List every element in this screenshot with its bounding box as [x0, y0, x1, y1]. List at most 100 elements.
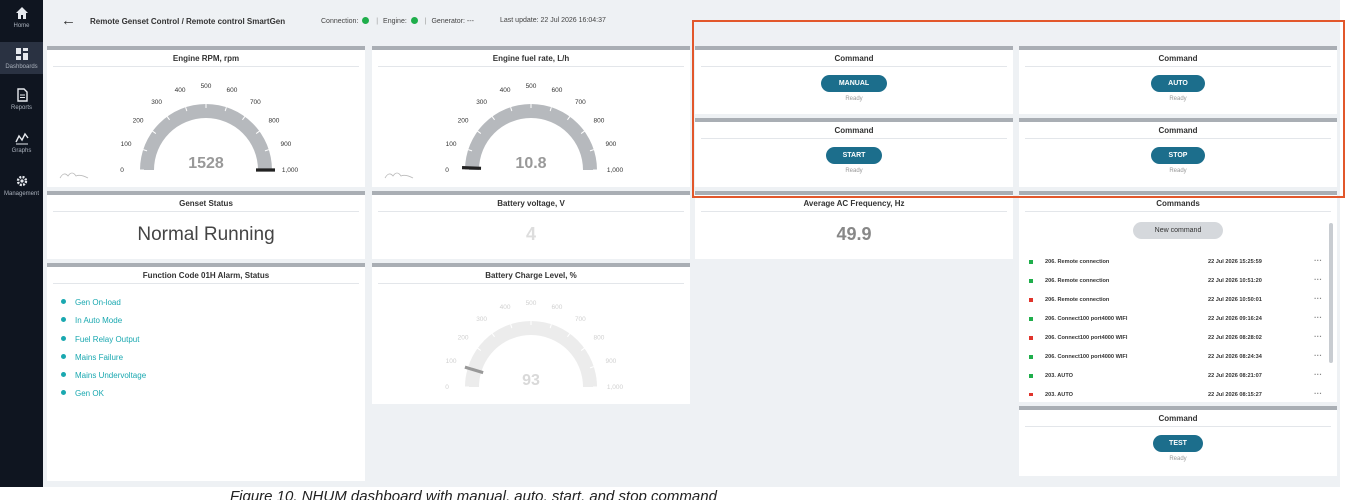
alarm-label: Mains Undervoltage: [75, 371, 147, 381]
command-status: Ready: [845, 96, 863, 102]
test-button[interactable]: TEST: [1153, 435, 1203, 452]
command-row[interactable]: 206. Connect100 port4000 WIFI 22 Jul 2026…: [1019, 348, 1329, 367]
status-square: [1029, 355, 1033, 359]
generator-value: ---: [466, 18, 474, 25]
rpm-widget: Engine RPM, rpm 0 100 200 300 400 500 600 700 80…: [47, 46, 365, 187]
gauge-tick-label: 500: [526, 300, 537, 307]
command-status: Ready: [1169, 168, 1187, 174]
gauge-tick-label: 300: [151, 99, 162, 106]
sidebar-item-graphs[interactable]: Graphs: [0, 131, 43, 159]
engine-status-dot: [410, 17, 418, 24]
command-name: 203. AUTO: [1045, 373, 1073, 379]
alarm-label: In Auto Mode: [75, 316, 123, 326]
arrow-left-icon[interactable]: ←: [61, 12, 76, 29]
sidebar-item-home[interactable]: Home: [0, 6, 43, 34]
rpm-gauge: 0 100 200 300 400 500 600 700 800 900 1,000 1528: [120, 83, 298, 174]
widget-title: Engine RPM, rpm: [53, 50, 359, 67]
alarm-list: Gen On-load In Auto Mode Fuel Relay Output…: [47, 284, 365, 404]
dashboard-area: Engine RPM, rpm 0 100 200 300 400 500 600 700 80…: [43, 44, 1340, 487]
command-row[interactable]: 206. Remote connection 22 Jul 2026 15:25:…: [1019, 253, 1329, 272]
sidebar-item-management[interactable]: Management: [0, 174, 43, 202]
graphs-icon: [14, 132, 29, 145]
alarm-item: Fuel Relay Output: [61, 331, 365, 349]
stop-button[interactable]: STOP: [1151, 147, 1205, 164]
figure-caption: Figure 10. NHUM dashboard with manual, a…: [230, 488, 717, 500]
more-options-icon[interactable]: ···: [1314, 389, 1322, 396]
gauge-tick-label: 500: [526, 83, 537, 90]
gauge-value: 10.8: [515, 155, 546, 172]
gauge-value: 1528: [188, 155, 224, 172]
gauge-tick-label: 200: [458, 335, 469, 342]
dashboards-icon: [15, 48, 28, 60]
gauge-tick-label: 100: [121, 141, 132, 148]
manual-button[interactable]: MANUAL: [821, 75, 887, 92]
status-square: [1029, 374, 1033, 378]
command-name: 206. Remote connection: [1045, 297, 1110, 303]
command-row[interactable]: 206. Remote connection 22 Jul 2026 10:50:…: [1019, 291, 1329, 310]
more-options-icon[interactable]: ···: [1314, 313, 1322, 322]
gauge-tick-label: 200: [133, 118, 144, 125]
new-command-button[interactable]: New command: [1133, 222, 1223, 239]
more-options-icon[interactable]: ···: [1314, 275, 1322, 284]
gauge-tick-label: 0: [445, 384, 449, 391]
scrollbar[interactable]: [1329, 223, 1333, 363]
gauge-tick-label: 600: [552, 304, 563, 311]
gauge-tick-label: 400: [500, 304, 511, 311]
gauge-tick-label: 600: [227, 87, 238, 94]
command-manual-widget: Command MANUAL Ready: [695, 46, 1013, 114]
command-date: 22 Jul 2026 08:15:27: [1208, 392, 1262, 396]
command-date: 22 Jul 2026 09:16:24: [1208, 316, 1262, 322]
gauge-tick-label: 300: [476, 99, 487, 106]
more-options-icon[interactable]: ···: [1314, 332, 1322, 341]
sparkline-icon[interactable]: [59, 169, 89, 179]
genset-status-widget: Genset Status Normal Running: [47, 191, 365, 259]
auto-button[interactable]: AUTO: [1151, 75, 1205, 92]
gauge-tick-label: 1,000: [607, 167, 624, 174]
gauge-needle: [461, 166, 482, 170]
command-row[interactable]: 206. Remote connection 22 Jul 2026 10:51:…: [1019, 272, 1329, 291]
fuel-widget: Engine fuel rate, L/h 0 100 200 300 400 500 60…: [372, 46, 690, 187]
battery-voltage-widget: Battery voltage, V 4: [372, 191, 690, 259]
gauge-tick-label: 800: [269, 118, 280, 125]
command-row[interactable]: 203. AUTO 22 Jul 2026 08:21:07 ···: [1019, 367, 1329, 386]
command-name: 206. Connect100 port4000 WIFI: [1045, 335, 1128, 341]
alarm-label: Mains Failure: [75, 352, 124, 362]
alarm-label: Fuel Relay Output: [75, 334, 140, 344]
command-date: 22 Jul 2026 08:21:07: [1208, 373, 1262, 379]
breadcrumb: Remote Genset Control / Remote control S…: [90, 17, 286, 26]
widget-title: Command: [701, 122, 1007, 139]
sidebar-item-dashboards[interactable]: Dashboards: [0, 42, 43, 74]
start-button[interactable]: START: [826, 147, 882, 164]
gauge-tick-label: 1,000: [607, 384, 624, 391]
command-name: 203. AUTO: [1045, 392, 1073, 396]
widget-title: Command: [1025, 50, 1331, 67]
alarm-label: Gen OK: [75, 389, 104, 399]
connection-label: Connection:: [321, 18, 359, 25]
alarm-status-widget: Function Code 01H Alarm, Status Gen On-l…: [47, 263, 365, 481]
gauge-tick-label: 900: [605, 358, 616, 365]
command-date: 22 Jul 2026 10:51:20: [1208, 278, 1262, 284]
sidebar-item-label: Reports: [10, 105, 32, 111]
more-options-icon[interactable]: ···: [1314, 256, 1322, 265]
sidebar-item-label: Dashboards: [5, 64, 38, 70]
command-row[interactable]: 206. Connect100 port4000 WIFI 22 Jul 2026…: [1019, 329, 1329, 348]
gauge-tick-label: 700: [575, 316, 586, 323]
gauge-tick-label: 100: [446, 358, 457, 365]
widget-title: Average AC Frequency, Hz: [701, 195, 1007, 212]
header: ← Remote Genset Control / Remote control…: [43, 0, 1340, 44]
more-options-icon[interactable]: ···: [1314, 294, 1322, 303]
more-options-icon[interactable]: ···: [1314, 351, 1322, 360]
command-row[interactable]: 203. AUTO 22 Jul 2026 08:15:27 ···: [1019, 386, 1329, 396]
gauge-tick-label: 200: [458, 118, 469, 125]
more-options-icon[interactable]: ···: [1314, 370, 1322, 379]
command-row[interactable]: 206. Connect100 port4000 WIFI 22 Jul 2026…: [1019, 310, 1329, 329]
gauge-tick-label: 900: [605, 141, 616, 148]
sidebar-item-reports[interactable]: Reports: [0, 88, 43, 116]
connection-status-dot: [362, 17, 370, 24]
sparkline-icon[interactable]: [384, 169, 414, 179]
alarm-item: In Auto Mode: [61, 312, 365, 330]
alarm-item: Gen OK: [61, 385, 365, 403]
command-auto-widget: Command AUTO Ready: [1019, 46, 1337, 114]
widget-title: Genset Status: [53, 195, 359, 212]
gear-icon: [16, 175, 27, 187]
